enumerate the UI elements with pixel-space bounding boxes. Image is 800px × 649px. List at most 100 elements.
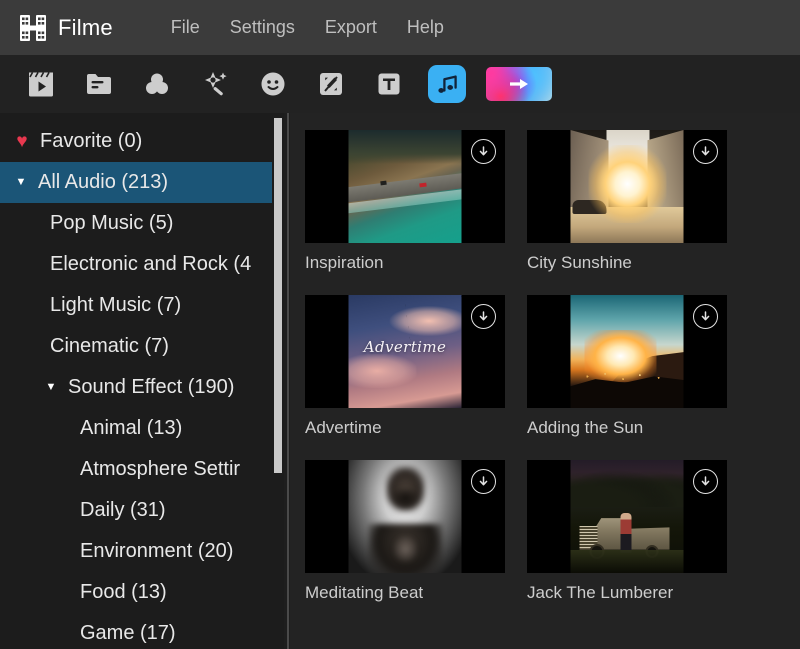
circle-arrow-down-icon[interactable] <box>693 469 718 494</box>
music-note-icon <box>434 71 460 97</box>
sidebar-item-label: All Audio (213) <box>38 171 169 193</box>
thumbnail-artwork <box>570 295 684 408</box>
chevron-down-icon[interactable]: ▼ <box>42 379 60 397</box>
sticker-smiley-icon <box>258 69 288 99</box>
sidebar-item-label: Favorite (0) <box>40 130 143 152</box>
sidebar-item-label: Food (13) <box>80 581 167 603</box>
category-tree: ♥ Favorite (0) ▼ All Audio (213) Pop Music (… <box>0 113 280 649</box>
panel-divider <box>287 113 289 649</box>
sidebar-item[interactable]: Cinematic (7) <box>0 326 280 367</box>
sidebar-item[interactable]: Food (13) <box>0 572 280 613</box>
thumbnail-image <box>348 460 462 573</box>
card-title: Inspiration <box>305 253 384 272</box>
split-screen-icon <box>316 69 346 99</box>
sidebar-item-label: Game (17) <box>80 622 176 644</box>
card-thumbnail[interactable] <box>305 130 505 243</box>
sidebar-item-label: Atmosphere Settir <box>80 458 241 480</box>
sidebar-item[interactable]: Game (17) <box>0 613 280 649</box>
toolbar-text-button[interactable] <box>370 65 408 103</box>
thumbnail-artwork <box>348 130 462 243</box>
audio-card[interactable]: City Sunshine <box>527 130 727 273</box>
card-thumbnail[interactable] <box>527 460 727 573</box>
card-title: Jack The Lumberer <box>527 583 674 602</box>
menu-item-settings[interactable]: Settings <box>230 17 295 38</box>
card-thumbnail[interactable]: Advertime <box>305 295 505 408</box>
thumbnail-image <box>570 460 684 573</box>
media-clapperboard-icon <box>26 69 56 99</box>
audio-card-grid: Inspiration City Sunshine Advertime Adverti… <box>290 113 800 603</box>
circle-arrow-down-icon[interactable] <box>693 304 718 329</box>
sidebar-item-label: Pop Music (5) <box>50 212 174 234</box>
circle-arrow-down-icon[interactable] <box>693 139 718 164</box>
card-thumbnail[interactable] <box>527 295 727 408</box>
thumbnail-artwork <box>570 460 684 573</box>
circle-arrow-down-icon[interactable] <box>471 139 496 164</box>
menu-bar: File Settings Export Help <box>171 17 444 38</box>
sidebar-item-label: Animal (13) <box>80 417 183 439</box>
toolbar-my-media-button[interactable] <box>80 65 118 103</box>
filme-application-window: Filme File Settings Export Help ♥ Favori… <box>0 0 800 649</box>
audio-library-panel: Inspiration City Sunshine Advertime Adverti… <box>290 113 800 649</box>
toolbar-stickers-button[interactable] <box>254 65 292 103</box>
toolbar-audio-button[interactable] <box>428 65 466 103</box>
sidebar-item-label: Electronic and Rock (4 <box>50 253 252 275</box>
toolbar-media-button[interactable] <box>22 65 60 103</box>
thumbnail-image <box>570 295 684 408</box>
sidebar-item[interactable]: Environment (20) <box>0 531 280 572</box>
card-thumbnail[interactable] <box>305 460 505 573</box>
sidebar-item[interactable]: ▼ Sound Effect (190) <box>0 367 280 408</box>
text-t-icon <box>374 69 404 99</box>
toolbar-transitions-button[interactable] <box>486 67 552 101</box>
thumbnail-image <box>570 130 684 243</box>
heart-icon: ♥ <box>16 130 28 152</box>
app-title: Filme <box>58 14 113 40</box>
audio-card[interactable]: Inspiration <box>305 130 505 273</box>
thumbnail-artwork <box>348 460 462 573</box>
title-bar: Filme File Settings Export Help <box>0 0 800 55</box>
sidebar-item-label: Light Music (7) <box>50 294 182 316</box>
main-toolbar <box>0 55 800 113</box>
audio-card[interactable]: Jack The Lumberer <box>527 460 727 603</box>
thumbnail-artwork: Advertime <box>348 295 462 408</box>
circle-arrow-down-icon[interactable] <box>471 304 496 329</box>
sidebar-scrollbar-thumb[interactable] <box>274 118 282 473</box>
film-strip-icon <box>18 13 48 43</box>
audio-card[interactable]: Adding the Sun <box>527 295 727 438</box>
thumbnail-image: Advertime <box>348 295 462 408</box>
sidebar-item[interactable]: ♥ Favorite (0) <box>0 121 280 162</box>
sidebar-item-label: Daily (31) <box>80 499 166 521</box>
card-title: City Sunshine <box>527 253 632 272</box>
audio-card[interactable]: Advertime Advertime <box>305 295 505 438</box>
transition-arrow-icon <box>508 75 530 93</box>
circle-arrow-down-icon[interactable] <box>471 469 496 494</box>
sidebar-item[interactable]: Pop Music (5) <box>0 203 280 244</box>
sidebar-item[interactable]: Electronic and Rock (4 <box>0 244 280 285</box>
category-sidebar[interactable]: ♥ Favorite (0) ▼ All Audio (213) Pop Music (… <box>0 113 280 649</box>
sidebar-item-label: Sound Effect (190) <box>68 376 235 398</box>
menu-item-file[interactable]: File <box>171 17 200 38</box>
sidebar-item-label: Environment (20) <box>80 540 234 562</box>
folder-icon <box>84 69 114 99</box>
thumbnail-image <box>348 130 462 243</box>
card-title: Adding the Sun <box>527 418 644 437</box>
effects-sparkle-icon <box>200 69 230 99</box>
filters-circles-icon <box>142 69 172 99</box>
sidebar-item[interactable]: Light Music (7) <box>0 285 280 326</box>
audio-card[interactable]: Meditating Beat <box>305 460 505 603</box>
sidebar-item[interactable]: Daily (31) <box>0 490 280 531</box>
toolbar-effects-button[interactable] <box>196 65 234 103</box>
thumbnail-overlay-text: Advertime <box>363 337 447 356</box>
sidebar-item[interactable]: Atmosphere Settir <box>0 449 280 490</box>
card-title: Advertime <box>305 418 382 437</box>
sidebar-item[interactable]: Animal (13) <box>0 408 280 449</box>
toolbar-filters-button[interactable] <box>138 65 176 103</box>
card-title: Meditating Beat <box>305 583 424 602</box>
menu-item-help[interactable]: Help <box>407 17 444 38</box>
chevron-down-icon[interactable]: ▼ <box>12 174 30 192</box>
toolbar-split-screen-button[interactable] <box>312 65 350 103</box>
menu-item-export[interactable]: Export <box>325 17 377 38</box>
sidebar-item[interactable]: ▼ All Audio (213) <box>0 162 280 203</box>
card-thumbnail[interactable] <box>527 130 727 243</box>
sidebar-item-label: Cinematic (7) <box>50 335 169 357</box>
thumbnail-artwork <box>570 130 684 243</box>
